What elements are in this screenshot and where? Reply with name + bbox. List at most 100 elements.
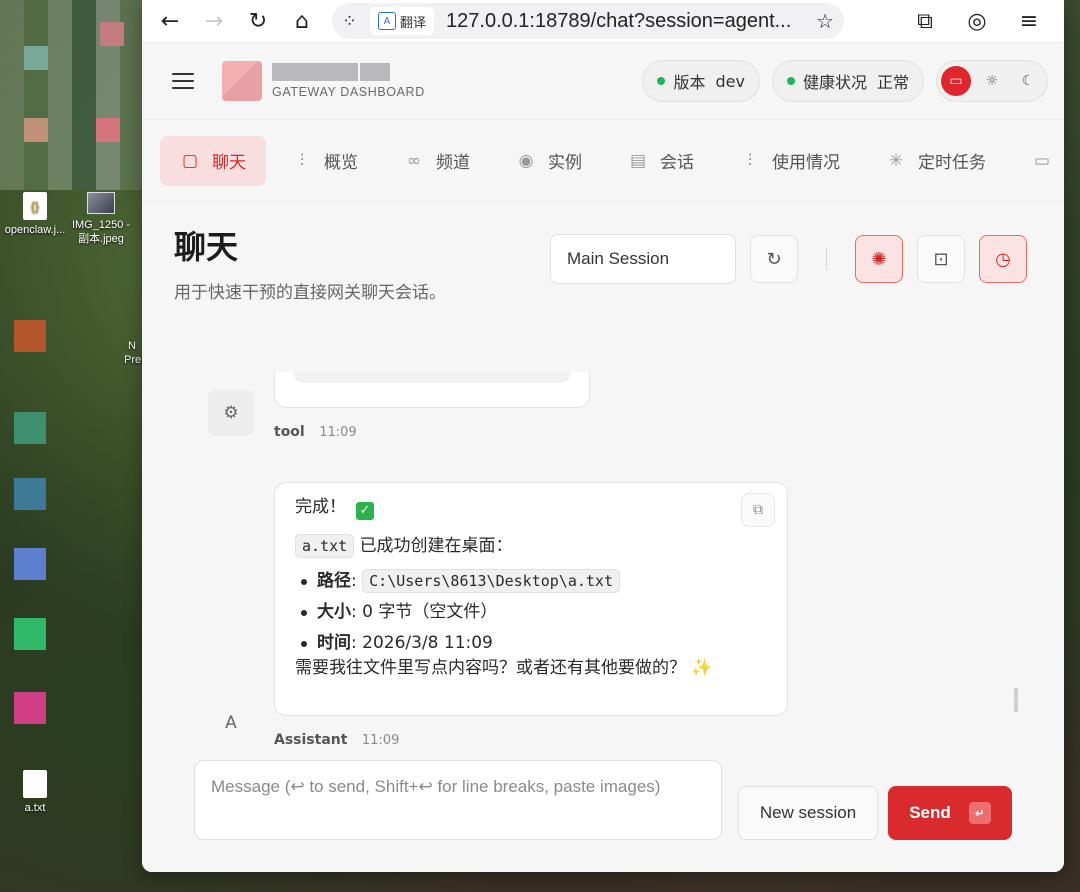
bookmark-star-icon[interactable]: ☆ bbox=[816, 9, 834, 34]
list-item: 时间: 2026/3/8 11:09 bbox=[295, 632, 767, 653]
check-mark-icon: ✓ bbox=[356, 501, 374, 520]
link-icon: ∞ bbox=[406, 150, 422, 171]
gear-icon: ⚙ bbox=[208, 390, 254, 436]
focus-icon[interactable]: ⊡ bbox=[917, 235, 965, 283]
tab-label: 聊天 bbox=[212, 153, 246, 173]
health-value: 正常 bbox=[876, 73, 909, 92]
mosaic-block bbox=[100, 22, 124, 46]
translate-icon: A bbox=[378, 12, 396, 30]
chat-content: 聊天 用于快速干预的直接网关聊天会话。 Main Session ↻ ✺ ⊡ ◷… bbox=[142, 202, 1064, 872]
tab-instances[interactable]: ◉ 实例 bbox=[496, 136, 602, 186]
menu-lines-icon[interactable]: ≡ bbox=[1006, 3, 1052, 39]
theme-switcher: ▭ ☼ ☾ bbox=[936, 60, 1048, 102]
tab-label: 实例 bbox=[548, 153, 582, 173]
image-file-icon bbox=[87, 192, 115, 214]
tool-output-block bbox=[293, 372, 571, 383]
desktop-icon-img[interactable]: IMG_1250 - 副本.jpeg bbox=[66, 192, 136, 247]
mosaic-block bbox=[96, 118, 120, 142]
app-header: GATEWAY DASHBOARD 版本 dev 健康状况 正常 ▭ ☼ ☾ bbox=[142, 42, 1064, 120]
profile-icon[interactable]: ◎ bbox=[954, 3, 1000, 39]
page-description: 用于快速干预的直接网关聊天会话。 bbox=[174, 283, 446, 303]
clock-icon[interactable]: ◷ bbox=[979, 235, 1027, 283]
bar-chart-icon: ⫶ bbox=[747, 150, 753, 171]
file-name-code: a.txt bbox=[295, 533, 355, 558]
blurred-desktop-icon bbox=[14, 320, 46, 352]
address-bar[interactable]: ⁘ A 翻译 127.0.0.1:18789/chat?session=agen… bbox=[332, 3, 844, 39]
sparkle-icon: ✨ bbox=[691, 657, 713, 678]
tab-folder[interactable]: ▭ bbox=[1012, 136, 1064, 186]
brand-logo bbox=[222, 61, 262, 101]
browser-window: ← → ↻ ⌂ ⁘ A 翻译 127.0.0.1:18789/chat?sess… bbox=[142, 0, 1064, 872]
send-button[interactable]: Send ↵ bbox=[888, 786, 1012, 840]
tab-overview[interactable]: ⫶ 概览 bbox=[272, 136, 378, 186]
tab-label: 频道 bbox=[436, 153, 470, 173]
new-session-button[interactable]: New session bbox=[738, 786, 878, 840]
session-select[interactable]: Main Session bbox=[550, 234, 736, 284]
puzzle-icon[interactable]: ⧉ bbox=[902, 3, 948, 39]
divider bbox=[826, 248, 827, 270]
mosaic-block bbox=[24, 118, 48, 142]
version-pill: 版本 dev bbox=[642, 60, 760, 102]
assistant-message-bubble: ⧉ 完成！ ✓ a.txt 已成功创建在桌面： 路径: C:\Users\8613… bbox=[274, 482, 788, 716]
text-file-icon bbox=[23, 770, 47, 798]
bar-chart-icon: ⫶ bbox=[299, 150, 305, 171]
back-arrow-icon[interactable]: ← bbox=[148, 3, 192, 39]
desktop-icon-openclaw[interactable]: {} openclaw.j... bbox=[0, 192, 70, 236]
blurred-desktop-icon bbox=[14, 618, 46, 650]
message-input[interactable]: Message (↩ to send, Shift+↩ for line bre… bbox=[194, 760, 722, 840]
sender-name: tool bbox=[274, 424, 305, 440]
document-icon: ▤ bbox=[629, 150, 647, 171]
reload-icon[interactable]: ↻ bbox=[236, 3, 280, 39]
tab-chat[interactable]: ▢ 聊天 bbox=[160, 135, 266, 186]
home-icon[interactable]: ⌂ bbox=[280, 3, 324, 39]
hamburger-menu-icon[interactable] bbox=[172, 73, 194, 89]
tab-label: 定时任务 bbox=[918, 153, 986, 173]
health-pill: 健康状况 正常 bbox=[771, 60, 924, 102]
page-title: 聊天 bbox=[174, 228, 239, 266]
apps-grid-icon[interactable]: ⁘ bbox=[342, 11, 370, 32]
list-item: 大小: 0 字节（空文件） bbox=[295, 601, 767, 622]
done-text: 完成！ bbox=[295, 497, 346, 517]
file-details-list: 路径: C:\Users\8613\Desktop\a.txt 大小: 0 字节… bbox=[295, 568, 767, 653]
tab-channels[interactable]: ∞ 频道 bbox=[384, 136, 490, 186]
size-label: 大小 bbox=[317, 601, 351, 622]
sun-icon[interactable]: ☼ bbox=[977, 66, 1007, 96]
size-value: : 0 字节（空文件） bbox=[351, 601, 498, 622]
sender-name: Assistant bbox=[274, 732, 348, 748]
desktop-icon-a-txt[interactable]: a.txt bbox=[0, 770, 70, 814]
send-label: Send bbox=[909, 803, 951, 822]
path-code: C:\Users\8613\Desktop\a.txt bbox=[362, 568, 620, 593]
version-label: 版本 bbox=[673, 73, 706, 92]
monitor-icon[interactable]: ▭ bbox=[941, 66, 971, 96]
assistant-message-meta: Assistant 11:09 bbox=[274, 732, 399, 748]
tab-label: 概览 bbox=[324, 153, 358, 173]
desktop-icon-label: IMG_1250 - 副本.jpeg bbox=[71, 219, 131, 246]
url-text[interactable]: 127.0.0.1:18789/chat?session=agent... bbox=[446, 10, 816, 33]
tab-usage[interactable]: ⫶ 使用情况 bbox=[720, 136, 860, 186]
forward-arrow-icon[interactable]: → bbox=[192, 3, 236, 39]
desktop-partial-label: Pre bbox=[124, 354, 142, 366]
browser-toolbar: ← → ↻ ⌂ ⁘ A 翻译 127.0.0.1:18789/chat?sess… bbox=[142, 0, 1064, 42]
refresh-icon[interactable]: ↻ bbox=[750, 235, 798, 283]
folder-icon: ▭ bbox=[1033, 150, 1051, 171]
chat-thread: ⚙ tool 11:09 ⧉ 完成！ ✓ a.txt 已成功创建在桌面： 路径: … bbox=[142, 372, 1064, 752]
created-text: 已成功创建在桌面： bbox=[359, 535, 513, 556]
blurred-desktop-icon bbox=[14, 548, 46, 580]
time-value: : 2026/3/8 11:09 bbox=[351, 632, 493, 653]
moon-icon[interactable]: ☾ bbox=[1013, 66, 1043, 96]
message-time: 11:09 bbox=[361, 733, 400, 748]
brand-subtitle: GATEWAY DASHBOARD bbox=[272, 85, 425, 99]
mosaic-block bbox=[24, 46, 48, 70]
translate-button[interactable]: A 翻译 bbox=[370, 7, 435, 35]
desktop-icon-label: a.txt bbox=[24, 802, 46, 814]
desktop-partial-label: N bbox=[128, 340, 136, 352]
tab-cron[interactable]: ✳ 定时任务 bbox=[866, 136, 1006, 186]
scrollbar-thumb[interactable] bbox=[1014, 688, 1018, 712]
chat-icon: ▢ bbox=[181, 150, 199, 171]
message-time: 11:09 bbox=[319, 425, 357, 440]
translate-label: 翻译 bbox=[400, 14, 427, 30]
tab-sessions[interactable]: ▤ 会话 bbox=[608, 136, 714, 186]
brain-icon[interactable]: ✺ bbox=[855, 235, 903, 283]
enter-key-icon: ↵ bbox=[968, 802, 991, 824]
copy-icon[interactable]: ⧉ bbox=[741, 493, 775, 527]
